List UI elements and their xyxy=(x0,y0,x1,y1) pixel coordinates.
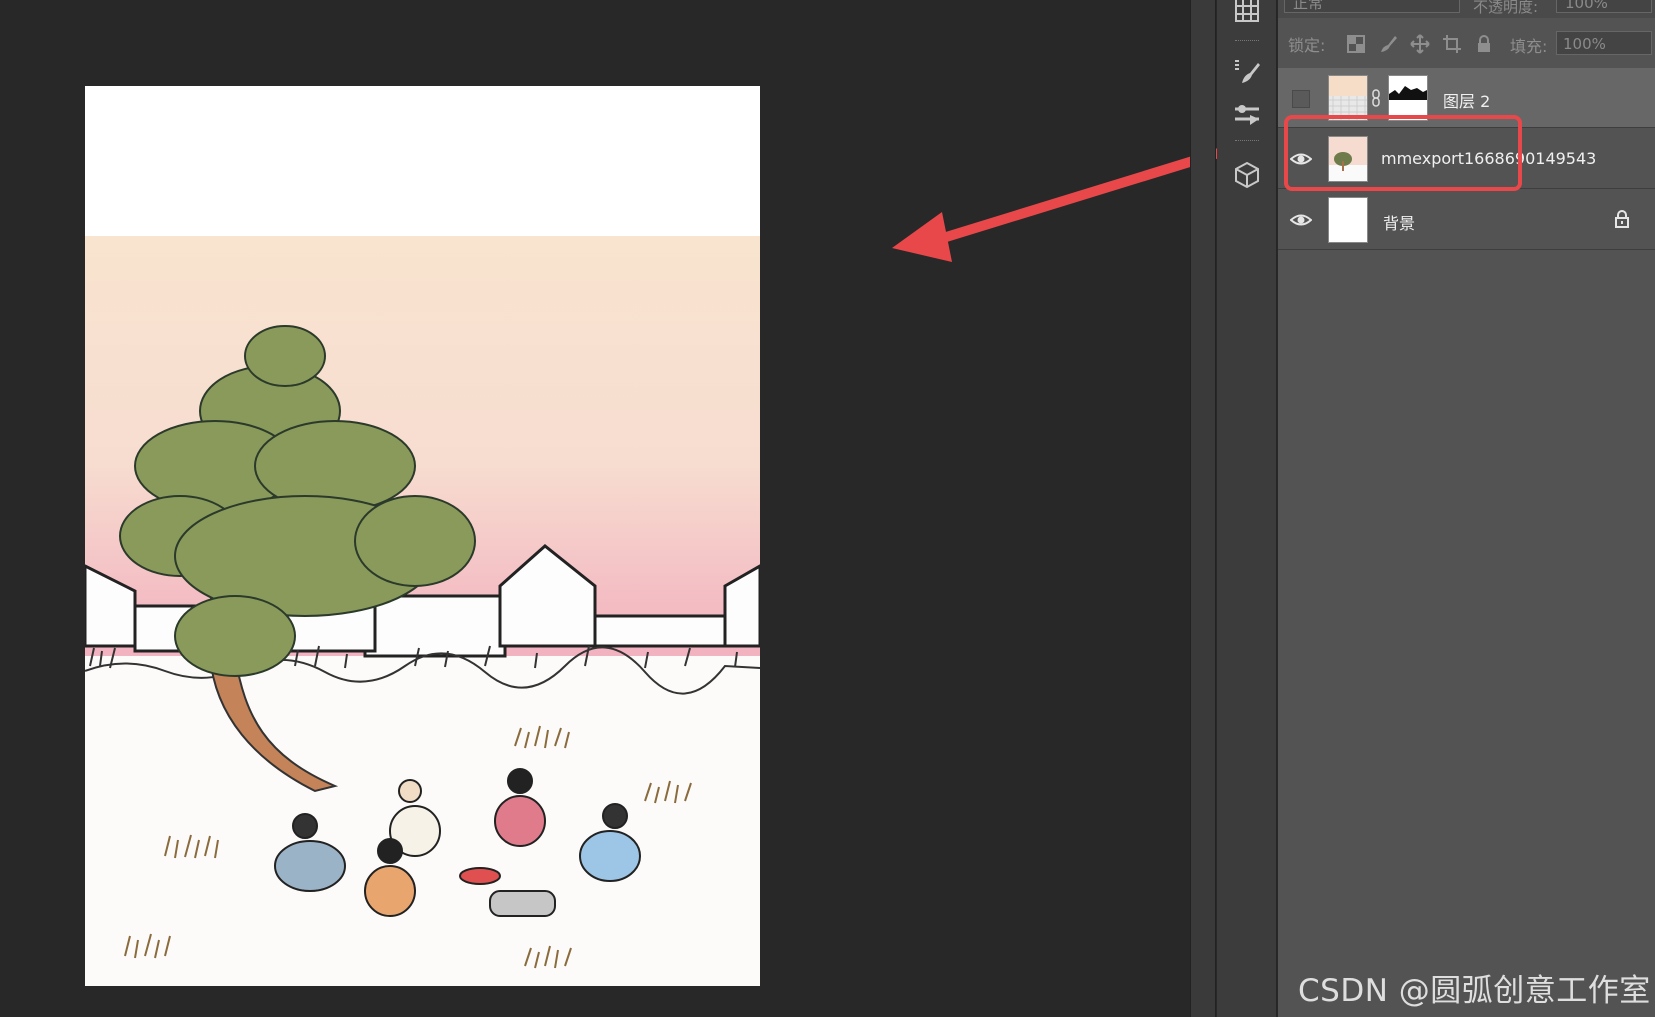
eye-icon[interactable] xyxy=(1290,210,1312,230)
lock-icon xyxy=(1615,210,1629,228)
opacity-label: 不透明度: xyxy=(1473,0,1539,16)
canvas-area[interactable] xyxy=(0,0,1240,1017)
fill-input[interactable]: 100% xyxy=(1556,31,1652,55)
lock-label: 锁定: xyxy=(1288,36,1326,55)
blend-mode-select[interactable]: 正常 xyxy=(1284,0,1460,13)
fill-value: 100% xyxy=(1563,35,1606,53)
layer-name[interactable]: 背景 xyxy=(1383,210,1415,234)
panel-icon-column xyxy=(1217,0,1277,1017)
layer-mask-thumbnail[interactable] xyxy=(1388,75,1428,121)
lock-all-icon[interactable] xyxy=(1474,34,1494,54)
panel-grip[interactable] xyxy=(1235,40,1259,43)
layer-thumbnail[interactable] xyxy=(1328,197,1368,243)
layer-row-layer2[interactable]: 图层 2 xyxy=(1278,68,1655,128)
document-canvas[interactable] xyxy=(85,86,760,986)
layer-thumbnail[interactable] xyxy=(1328,75,1368,121)
layer-row-mmexport[interactable]: mmexport1668690149543 xyxy=(1278,129,1655,189)
opacity-input[interactable]: 100% xyxy=(1556,0,1652,13)
layer-name[interactable]: mmexport1668690149543 xyxy=(1381,149,1596,168)
annotation-arrow xyxy=(892,143,1240,262)
brush-settings-icon[interactable] xyxy=(1227,52,1267,92)
watermark: CSDN @圆弧创意工作室 xyxy=(1298,973,1651,1009)
3d-cube-icon[interactable] xyxy=(1227,155,1267,195)
photoshop-window: 正常 不透明度: 100% 锁定: 填充: 100% 图层 2 mmexport… xyxy=(0,0,1655,1017)
layers-panel: 正常 不透明度: 100% 锁定: 填充: 100% 图层 2 mmexport… xyxy=(1278,0,1655,1017)
lock-transparent-pixels-icon[interactable] xyxy=(1346,34,1366,54)
blend-row: 正常 不透明度: 100% xyxy=(1278,0,1655,18)
panel-dock-strip xyxy=(1190,0,1216,1017)
grid-icon[interactable] xyxy=(1227,0,1267,30)
eye-icon[interactable] xyxy=(1290,149,1312,169)
mask-link-icon[interactable] xyxy=(1371,88,1381,108)
fill-label: 填充: xyxy=(1510,37,1548,56)
artwork-image xyxy=(85,236,760,986)
layer-name[interactable]: 图层 2 xyxy=(1443,88,1490,112)
lock-row: 锁定: 填充: 100% xyxy=(1278,26,1655,60)
lock-image-pixels-icon[interactable] xyxy=(1378,34,1398,54)
visibility-toggle[interactable] xyxy=(1292,90,1310,108)
layer-thumbnail[interactable] xyxy=(1328,136,1368,182)
lock-artboard-icon[interactable] xyxy=(1442,34,1462,54)
blend-mode-value: 正常 xyxy=(1293,0,1324,12)
opacity-value: 100% xyxy=(1565,0,1608,12)
adjustments-icon[interactable] xyxy=(1227,94,1267,134)
layer-row-background[interactable]: 背景 xyxy=(1278,190,1655,250)
panel-grip[interactable] xyxy=(1235,140,1259,143)
lock-position-icon[interactable] xyxy=(1410,34,1430,54)
